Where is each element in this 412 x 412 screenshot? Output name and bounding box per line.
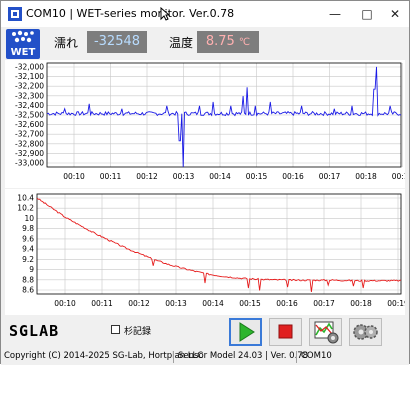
y-tick-label: 10.2 [17, 204, 34, 213]
y-tick-label: -32,400 [15, 101, 44, 110]
y-tick-label: -32,900 [15, 149, 44, 158]
app-window: COM10 | WET-series monitor. Ver.0.78 — □… [0, 0, 410, 365]
y-tick-label: 9.4 [22, 245, 34, 254]
y-tick-label: 9 [29, 265, 34, 274]
sglab-logo: SGLAB [9, 322, 60, 340]
chart-background [5, 60, 405, 188]
x-tick-label: 00:15 [239, 299, 261, 308]
y-tick-label: -32,000 [15, 63, 44, 72]
x-tick-label: 00:10 [54, 299, 76, 308]
temperature-display: 8.75 ℃ [197, 31, 259, 53]
play-button[interactable] [229, 318, 262, 346]
play-icon [239, 322, 255, 342]
minimize-button[interactable]: — [319, 1, 351, 27]
y-tick-label: 9.8 [22, 224, 34, 233]
x-tick-label: 00:19 [387, 299, 405, 308]
stop-button[interactable] [269, 318, 302, 346]
stop-icon [278, 324, 293, 339]
port-text: COM10 [301, 351, 332, 361]
y-tick-label: 10.4 [17, 194, 34, 203]
settings-button[interactable] [349, 318, 382, 346]
x-tick-label: 00:19 [392, 172, 405, 181]
x-tick-label: 00:10 [63, 172, 85, 181]
moisture-chart: -32,000-32,100-32,200-32,300-32,400-32,5… [5, 60, 405, 188]
x-tick-label: 00:15 [246, 172, 268, 181]
temperature-value: 8.75 [205, 34, 235, 49]
x-tick-label: 00:16 [276, 299, 298, 308]
gears-icon [353, 324, 378, 340]
x-tick-label: 00:14 [209, 172, 231, 181]
y-tick-label: -32,500 [15, 111, 44, 120]
temperature-chart: 10.410.2109.89.6 9.49.298.8 8.6 00:10 00:11 0… [5, 189, 405, 315]
wet-logo: WET [6, 29, 40, 59]
minimize-icon: — [329, 7, 341, 21]
y-tick-label: -33,000 [15, 159, 44, 168]
logo-dots-icon [12, 30, 34, 43]
x-tick-label: 00:13 [165, 299, 187, 308]
temperature-unit: ℃ [238, 37, 251, 48]
x-tick-label: 00:18 [350, 299, 372, 308]
chart-gear-icon [314, 321, 339, 344]
y-tick-label: -32,200 [15, 82, 44, 91]
window-title: COM10 | WET-series monitor. Ver.0.78 [26, 7, 235, 20]
app-icon [8, 7, 22, 21]
x-tick-label: 00:14 [202, 299, 224, 308]
y-tick-label: -32,600 [15, 120, 44, 129]
y-tick-label: -32,700 [15, 130, 44, 139]
y-tick-label: -32,100 [15, 72, 44, 81]
y-tick-label: -32,300 [15, 91, 44, 100]
status-separator [173, 351, 174, 363]
temperature-label: 温度 [169, 36, 194, 50]
x-tick-label: 00:11 [100, 172, 122, 181]
status-bar: Copyright (C) 2014-2025 SG-Lab, Hortplan… [1, 350, 409, 365]
logo-text: WET [10, 47, 36, 58]
close-button[interactable]: ✕ [379, 1, 411, 27]
y-tick-label: 9.2 [22, 255, 34, 264]
moisture-value: -32548 [87, 31, 147, 53]
x-tick-label: 00:12 [136, 172, 158, 181]
mouse-cursor-icon [160, 7, 170, 21]
y-tick-label: -32,800 [15, 139, 44, 148]
x-tick-label: 00:17 [313, 299, 335, 308]
y-tick-label: 8.6 [22, 286, 34, 295]
status-separator [296, 351, 297, 363]
x-tick-label: 00:17 [319, 172, 341, 181]
x-tick-label: 00:18 [355, 172, 377, 181]
y-tick-label: 10 [24, 214, 34, 223]
sensor-model-text: Sensor Model 24.03 | Ver. 0.78 [178, 351, 309, 361]
x-tick-label: 00:12 [128, 299, 150, 308]
record-checkbox-label[interactable]: 杉記録 [124, 324, 151, 337]
record-checkbox[interactable] [111, 325, 120, 334]
chart-settings-button[interactable] [309, 318, 342, 346]
x-tick-label: 00:13 [173, 172, 195, 181]
x-tick-label: 00:11 [91, 299, 113, 308]
close-icon: ✕ [389, 7, 401, 21]
moisture-label: 濡れ [54, 36, 79, 50]
x-tick-label: 00:16 [282, 172, 304, 181]
y-tick-label: 8.8 [22, 275, 34, 284]
maximize-icon: □ [361, 7, 373, 21]
title-bar: COM10 | WET-series monitor. Ver.0.78 — □… [1, 1, 409, 27]
y-tick-label: 9.6 [22, 234, 34, 243]
